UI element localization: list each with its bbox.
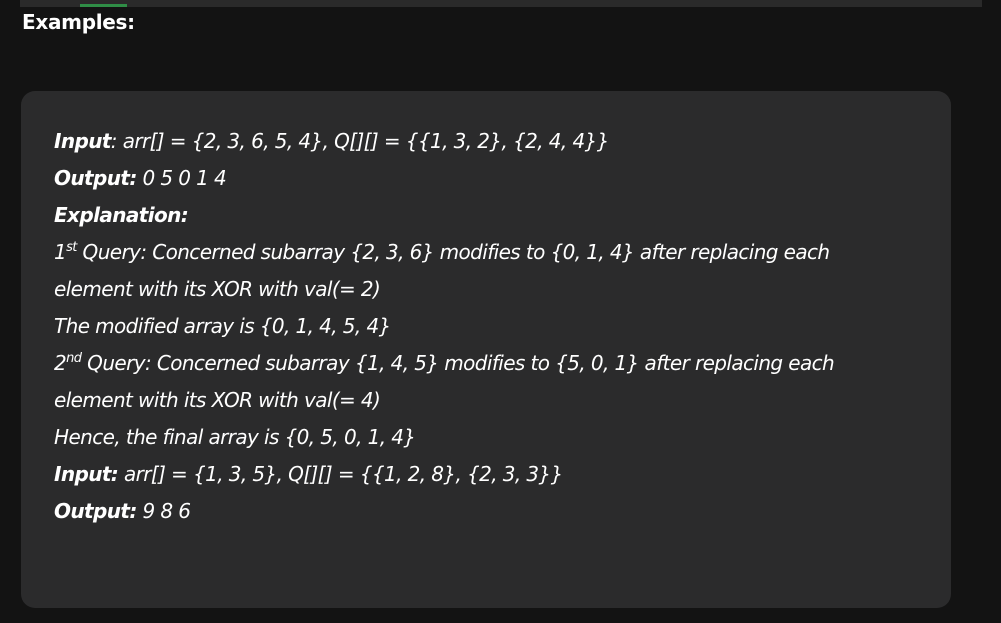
top-tab-bar [20, 0, 982, 7]
input-value: : arr[] = {2, 3, 6, 5, 4}, Q[][] = {{1, … [110, 129, 610, 153]
example-content: Input: arr[] = {2, 3, 6, 5, 4}, Q[][] = … [54, 123, 835, 530]
query2-continuation: element with its XOR with val(= 4) [54, 388, 381, 412]
example1-output-line: Output: 0 5 0 1 4 [54, 160, 834, 197]
query2-text: Query: Concerned subarray {1, 4, 5} modi… [81, 351, 835, 375]
query2-number: 2 [54, 351, 67, 375]
explanation-line: Explanation: [54, 197, 834, 234]
query1-ordinal: st [66, 240, 77, 255]
section-title: Examples: [22, 10, 135, 34]
input-label: Input: [54, 462, 119, 486]
explanation-label: Explanation: [54, 203, 189, 227]
output-label: Output: [54, 166, 137, 190]
output-label: Output: [54, 499, 137, 523]
output-value: 9 8 6 [136, 499, 191, 523]
example2-input-line: Input: arr[] = {1, 3, 5}, Q[][] = {{1, 2… [54, 456, 834, 493]
active-tab-indicator [80, 4, 127, 7]
query2-line: 2nd Query: Concerned subarray {1, 4, 5} … [54, 345, 835, 382]
query2-ordinal: nd [66, 351, 82, 366]
final-array-line: Hence, the final array is {0, 5, 0, 1, 4… [54, 425, 416, 449]
query1-result: The modified array is {0, 1, 4, 5, 4} [54, 314, 391, 338]
query1-text: Query: Concerned subarray {2, 3, 6} modi… [76, 240, 831, 264]
example1-input-line: Input: arr[] = {2, 3, 6, 5, 4}, Q[][] = … [54, 123, 834, 160]
input-label: Input [54, 129, 111, 153]
example-box: Input: arr[] = {2, 3, 6, 5, 4}, Q[][] = … [21, 91, 951, 608]
input-value: arr[] = {1, 3, 5}, Q[][] = {{1, 2, 8}, {… [118, 462, 563, 486]
example2-output-line: Output: 9 8 6 [54, 493, 834, 530]
query1-line: 1st Query: Concerned subarray {2, 3, 6} … [54, 234, 834, 271]
query1-number: 1 [54, 240, 67, 264]
output-value: 0 5 0 1 4 [136, 166, 227, 190]
query1-continuation: element with its XOR with val(= 2) [54, 277, 381, 301]
